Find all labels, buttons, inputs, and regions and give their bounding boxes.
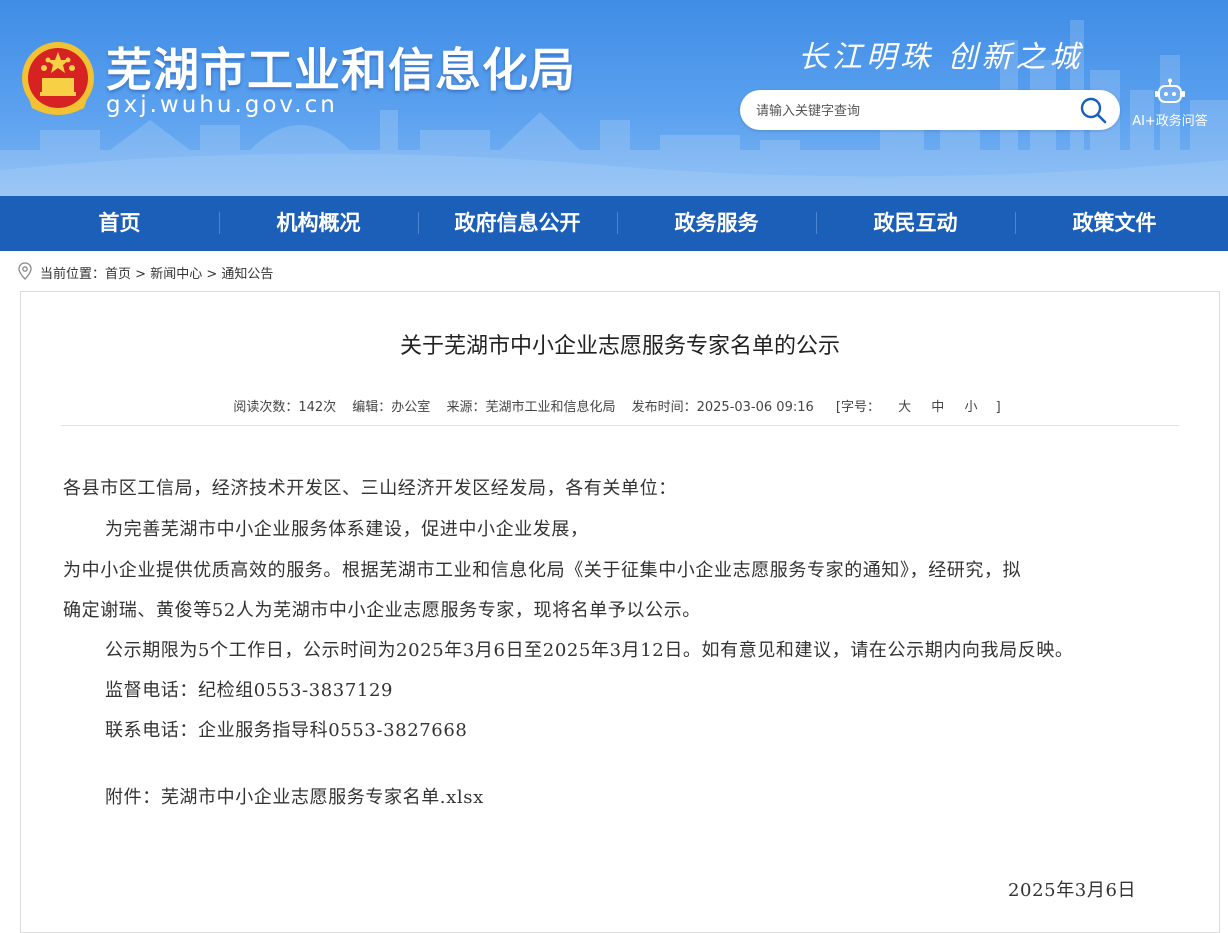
breadcrumb-notices[interactable]: 通知公告 [221,267,273,282]
paragraph-line: 为中小企业提供优质高效的服务。根据芜湖市工业和信息化局《关于征集中小企业志愿服务… [63,560,1022,581]
nav-item-policy[interactable]: 政策文件 [1015,196,1214,251]
font-size-small-button[interactable]: 小 [962,400,979,415]
article-title: 关于芜湖市中小企业志愿服务专家名单的公示 [399,334,840,359]
attachment-label: 附件： [105,787,161,808]
read-count: 阅读次数：142次 [233,400,337,415]
site-title[interactable]: 芜湖市工业和信息化局 [106,34,576,100]
paragraph-line: 为完善芜湖市中小企业服务体系建设，促进中小企业发展， [105,519,589,540]
breadcrumb-news[interactable]: 新闻中心 [150,267,202,282]
supervision-phone: 监督电话：纪检组0553-3837129 [105,680,394,701]
ai-qa-label: AI+政务问答 [1132,114,1208,129]
ai-qa-button[interactable]: AI+政务问答 [1126,78,1216,130]
article-container: 关于芜湖市中小企业志愿服务专家名单的公示 阅读次数：142次 编辑：办公室 来源… [20,291,1220,933]
contact-phone: 联系电话：企业服务指导科0553-3827668 [105,720,468,741]
header-banner: 芜湖市工业和信息化局 gxj.wuhu.gov.cn 长江明珠 创新之城 AI+… [0,0,1228,196]
title-divider [61,425,1179,426]
site-domain: gxj.wuhu.gov.cn [106,92,338,118]
site-slogan: 长江明珠 创新之城 [798,40,1084,75]
editor: 编辑：办公室 [352,400,431,415]
font-size-control: [字号： 大 中 小 ] [830,400,1007,415]
paragraph-line: 确定谢瑞、黄俊等52人为芜湖市中小企业志愿服务专家，现将名单予以公示。 [63,600,701,621]
search-icon[interactable] [1078,96,1108,124]
font-size-label: [字号： [835,400,880,415]
font-size-close: ] [995,400,1001,415]
publish-date: 2025年3月6日 [1008,880,1137,901]
salutation: 各县市区工信局，经济技术开发区、三山经济开发区经发局，各有关单位： [63,478,677,499]
breadcrumb-prefix: 当前位置： [40,267,106,282]
font-size-large-button[interactable]: 大 [896,400,913,415]
breadcrumb-separator: > [206,267,218,282]
nav-item-gov-info[interactable]: 政府信息公开 [418,196,617,251]
nav-item-services[interactable]: 政务服务 [617,196,816,251]
breadcrumb-separator: > [135,267,147,282]
national-emblem-icon [22,42,94,115]
nav-item-interaction[interactable]: 政民互动 [816,196,1015,251]
attachment-link[interactable]: 芜湖市中小企业志愿服务专家名单.xlsx [161,787,484,808]
paragraph-line: 公示期限为5个工作日，公示时间为2025年3月6日至2025年3月12日。如有意… [105,640,1074,661]
attachment-line: 附件：芜湖市中小企业志愿服务专家名单.xlsx [105,783,484,809]
publish-time: 发布时间：2025-03-06 09:16 [631,400,814,415]
search-box [740,90,1120,132]
source: 来源：芜湖市工业和信息化局 [446,400,616,415]
robot-icon [1155,78,1185,103]
nav-item-org[interactable]: 机构概况 [219,196,418,251]
search-input[interactable] [754,90,1068,132]
font-size-medium-button[interactable]: 中 [929,400,946,415]
nav-item-home[interactable]: 首页 [20,196,219,251]
location-pin-icon [18,262,32,280]
breadcrumb-home[interactable]: 首页 [105,267,131,282]
main-nav: 首页 机构概况 政府信息公开 政务服务 政民互动 政策文件 [0,196,1228,251]
article-meta: 阅读次数：142次 编辑：办公室 来源：芜湖市工业和信息化局 发布时间：2025… [21,396,1219,415]
